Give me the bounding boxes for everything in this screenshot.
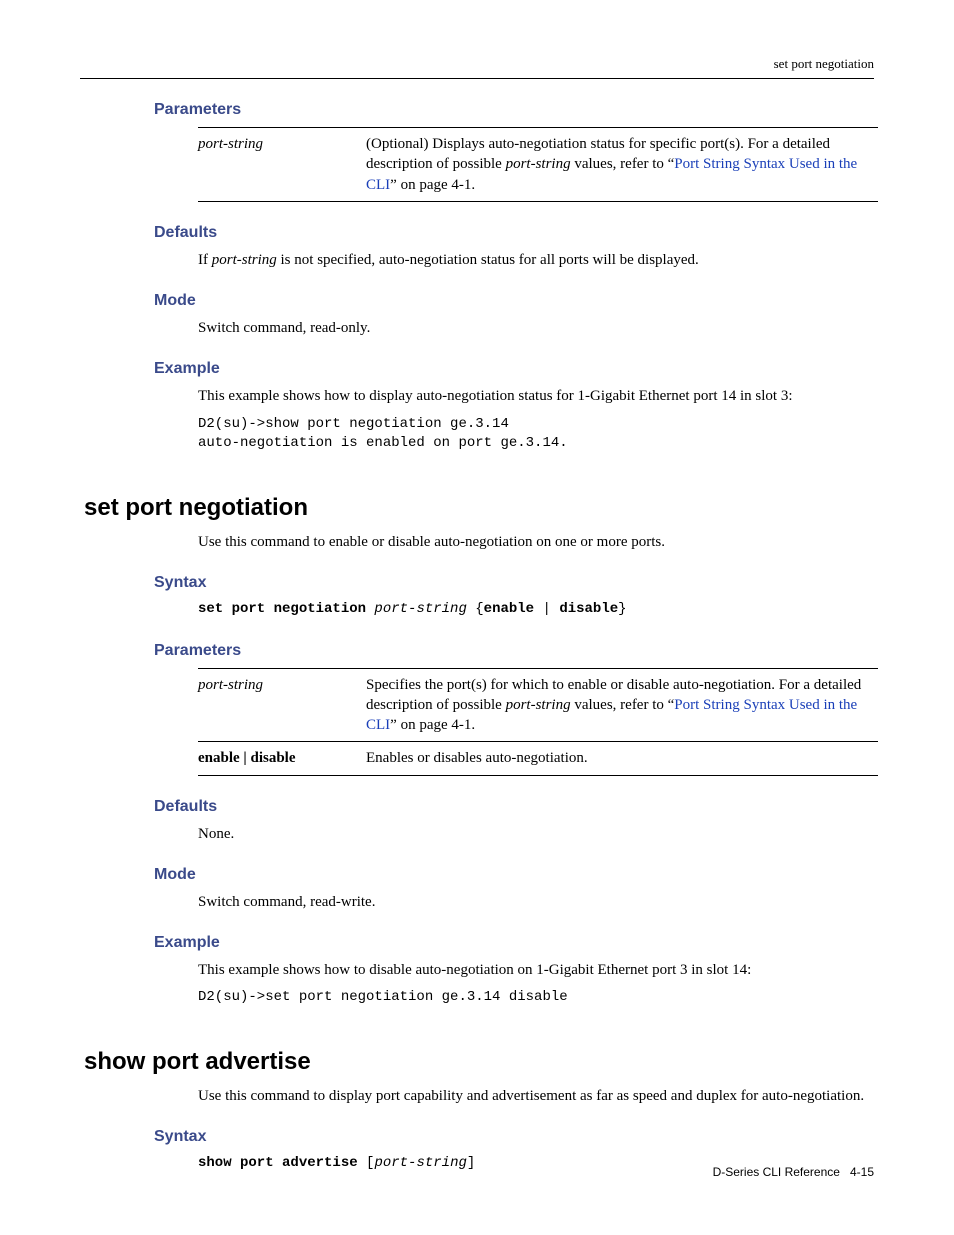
heading-example-1: Example bbox=[154, 360, 874, 378]
text: | bbox=[534, 601, 559, 617]
heading-syntax-2: Syntax bbox=[154, 574, 874, 592]
text: enable bbox=[484, 601, 534, 617]
page-footer: D-Series CLI Reference 4-15 bbox=[713, 1165, 874, 1179]
text: disable bbox=[559, 601, 618, 617]
text: { bbox=[467, 601, 484, 617]
param-desc: (Optional) Displays auto-negotiation sta… bbox=[366, 128, 878, 202]
mode-text-1: Switch command, read-only. bbox=[198, 318, 874, 338]
heading-parameters-1: Parameters bbox=[154, 101, 874, 119]
heading-show-port-advertise: show port advertise bbox=[84, 1048, 874, 1076]
mode-text-2: Switch command, read-write. bbox=[198, 892, 874, 912]
text: values, refer to “ bbox=[571, 156, 675, 172]
intro-set-port-negotiation: Use this command to enable or disable au… bbox=[198, 532, 874, 552]
heading-mode-1: Mode bbox=[154, 292, 874, 310]
text: values, refer to “ bbox=[571, 697, 675, 713]
text: port-string bbox=[374, 1155, 466, 1171]
param-name: port-string bbox=[198, 128, 366, 202]
footer-label: D-Series CLI Reference bbox=[713, 1165, 840, 1179]
parameters-table-1: port-string (Optional) Displays auto-neg… bbox=[198, 127, 878, 202]
heading-defaults-2: Defaults bbox=[154, 798, 874, 816]
header-rule bbox=[80, 78, 874, 79]
example-code-1: D2(su)->show port negotiation ge.3.14 au… bbox=[198, 415, 874, 454]
param-name: port-string bbox=[198, 668, 366, 742]
example-code-2: D2(su)->set port negotiation ge.3.14 dis… bbox=[198, 988, 874, 1008]
text: } bbox=[618, 601, 626, 617]
text: ” on page 4-1. bbox=[390, 177, 475, 193]
defaults-text-1: If port-string is not specified, auto-ne… bbox=[198, 250, 874, 270]
text: port-string bbox=[366, 601, 467, 617]
param-desc: Enables or disables auto-negotiation. bbox=[366, 742, 878, 775]
heading-set-port-negotiation: set port negotiation bbox=[84, 494, 874, 522]
heading-syntax-3: Syntax bbox=[154, 1128, 874, 1146]
text: If bbox=[198, 252, 212, 268]
text: is not specified, auto-negotiation statu… bbox=[277, 252, 699, 268]
text: [ bbox=[358, 1155, 375, 1171]
table-row: port-string (Optional) Displays auto-neg… bbox=[198, 128, 878, 202]
defaults-text-2: None. bbox=[198, 824, 874, 844]
text: ” on page 4-1. bbox=[390, 717, 475, 733]
example-intro-2: This example shows how to disable auto-n… bbox=[198, 960, 874, 980]
heading-defaults-1: Defaults bbox=[154, 224, 874, 242]
text: port-string bbox=[506, 156, 571, 172]
running-head: set port negotiation bbox=[80, 56, 874, 72]
example-intro-1: This example shows how to display auto-n… bbox=[198, 386, 874, 406]
param-desc: Specifies the port(s) for which to enabl… bbox=[366, 668, 878, 742]
intro-show-port-advertise: Use this command to display port capabil… bbox=[198, 1086, 874, 1106]
parameters-table-2: port-string Specifies the port(s) for wh… bbox=[198, 668, 878, 776]
text: ] bbox=[467, 1155, 475, 1171]
text: port-string bbox=[506, 697, 571, 713]
syntax-line-2: set port negotiation port-string {enable… bbox=[198, 600, 874, 620]
footer-page-number: 4-15 bbox=[850, 1165, 874, 1179]
text: show port advertise bbox=[198, 1155, 358, 1171]
heading-example-2: Example bbox=[154, 934, 874, 952]
heading-mode-2: Mode bbox=[154, 866, 874, 884]
table-row: enable | disable Enables or disables aut… bbox=[198, 742, 878, 775]
heading-parameters-2: Parameters bbox=[154, 642, 874, 660]
page-root: set port negotiation Parameters port-str… bbox=[0, 0, 954, 1235]
text: set port negotiation bbox=[198, 601, 366, 617]
param-name: enable | disable bbox=[198, 742, 366, 775]
table-row: port-string Specifies the port(s) for wh… bbox=[198, 668, 878, 742]
text: port-string bbox=[212, 252, 277, 268]
